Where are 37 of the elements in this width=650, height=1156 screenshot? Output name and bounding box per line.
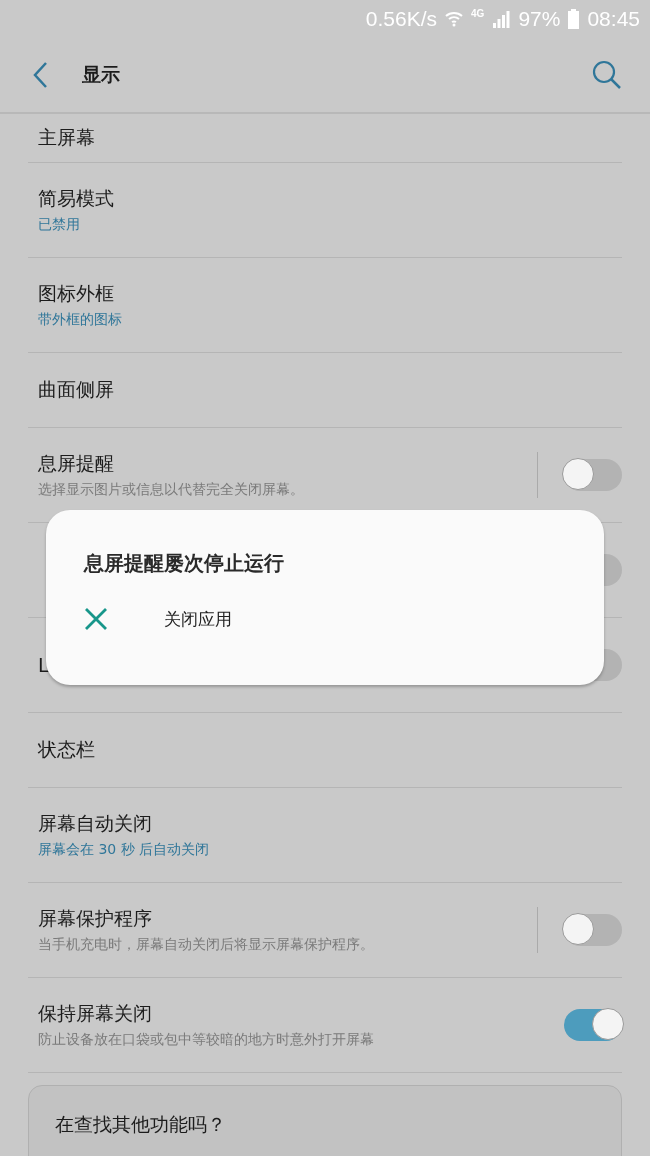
row-value: 屏幕会在 30 秒 后自动关闭: [38, 841, 211, 859]
row-title: 曲面侧屏: [38, 377, 115, 402]
row-title: 保持屏幕关闭: [38, 1001, 153, 1026]
search-icon[interactable]: [592, 60, 622, 90]
row-title: 息屏提醒: [38, 451, 115, 476]
row-value: 带外框的图标: [38, 311, 123, 329]
settings-row[interactable]: 简易模式 已禁用: [28, 163, 622, 258]
settings-row[interactable]: 主屏幕: [28, 114, 622, 163]
row-title: 主屏幕: [38, 125, 96, 150]
row-value: 已禁用: [38, 216, 81, 234]
toggle-switch[interactable]: [564, 1009, 622, 1041]
page-title: 显示: [82, 62, 121, 87]
close-app-button[interactable]: 关闭应用: [84, 607, 232, 631]
row-title: 屏幕自动关闭: [38, 811, 153, 836]
settings-row[interactable]: 曲面侧屏: [28, 353, 622, 428]
toggle-switch[interactable]: [564, 459, 622, 491]
settings-row[interactable]: 保持屏幕关闭 防止设备放在口袋或包中等较暗的地方时意外打开屏幕: [28, 978, 622, 1073]
row-description: 当手机充电时，屏幕自动关闭后将显示屏幕保护程序。: [38, 936, 375, 954]
settings-row[interactable]: 屏幕保护程序 当手机充电时，屏幕自动关闭后将显示屏幕保护程序。: [28, 883, 622, 978]
battery-icon: [568, 9, 580, 29]
row-title: L: [38, 654, 50, 676]
card-title: 在查找其他功能吗？: [55, 1113, 226, 1135]
row-description: 选择显示图片或信息以代替完全关闭屏幕。: [38, 481, 305, 499]
back-icon[interactable]: [32, 61, 48, 89]
wifi-icon: [445, 10, 464, 28]
dialog-title: 息屏提醒屡次停止运行: [84, 550, 285, 577]
row-title: 图标外框: [38, 281, 115, 306]
row-title: 简易模式: [38, 186, 115, 211]
row-title: 屏幕保护程序: [38, 906, 153, 931]
settings-row[interactable]: 屏幕自动关闭 屏幕会在 30 秒 后自动关闭: [28, 788, 622, 883]
close-icon: [84, 607, 108, 631]
signal-icon: [492, 10, 511, 28]
settings-row[interactable]: 状态栏: [28, 713, 622, 788]
settings-row[interactable]: 图标外框 带外框的图标: [28, 258, 622, 353]
toggle-switch[interactable]: [564, 914, 622, 946]
row-title: 状态栏: [38, 737, 96, 762]
row-description: 防止设备放在口袋或包中等较暗的地方时意外打开屏幕: [38, 1031, 375, 1049]
